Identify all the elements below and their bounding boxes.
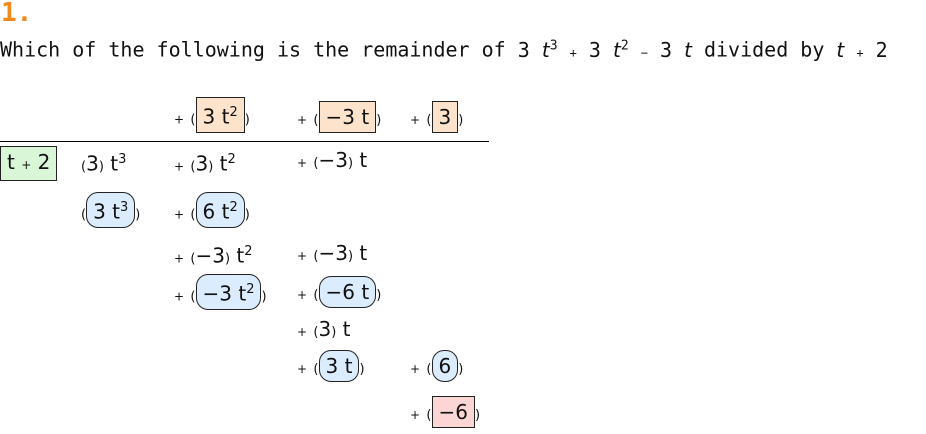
final-remainder: + (−6) xyxy=(410,396,480,428)
step2-remainder-term: + (3) t xyxy=(297,317,351,341)
step2-product-term-1: + (−3 t2) xyxy=(174,274,267,310)
step1-product-term-2: + (6 t2) xyxy=(174,192,250,228)
quotient-term-2: + (−3 t) xyxy=(297,101,381,133)
product-box: 6 xyxy=(431,350,459,382)
step1-remainder-term-2: + (−3) t xyxy=(297,241,368,265)
product-box: −6 t xyxy=(318,276,377,308)
prompt-text-after: divided by xyxy=(703,37,825,62)
quotient-term-1: + (3 t2) xyxy=(174,97,250,133)
divisor-expression: t + 2 xyxy=(836,37,888,62)
question-prompt: Which of the following is the remainder … xyxy=(0,32,888,67)
remainder-box: −6 xyxy=(431,396,475,428)
quotient-box: 3 xyxy=(431,101,459,133)
dividend-term-1: (3) t3 xyxy=(81,151,127,176)
step2-product-term-2: + (−6 t) xyxy=(297,276,381,308)
quotient-box: −3 t xyxy=(318,101,377,133)
product-box: 3 t xyxy=(318,350,360,382)
division-line xyxy=(0,141,489,142)
step3-product-term-1: + (3 t) xyxy=(297,350,365,382)
product-box: 3 t3 xyxy=(86,192,136,228)
step1-remainder-term-1: + (−3) t2 xyxy=(174,243,253,268)
divisor-box-container: t + 2 xyxy=(0,146,58,181)
prompt-text-before: Which of the following is the remainder … xyxy=(0,37,506,62)
quotient-box: 3 t2 xyxy=(195,97,245,133)
question-number: 1. xyxy=(1,0,33,28)
step3-product-term-2: + (6) xyxy=(410,350,463,382)
dividend-term-3: + (−3) t xyxy=(297,148,368,172)
product-box: −3 t2 xyxy=(195,274,262,310)
dividend-expression: 3 t3 + 3 t2 − 3 t xyxy=(517,37,692,62)
divisor-box: t + 2 xyxy=(0,146,58,181)
product-box: 6 t2 xyxy=(195,192,245,228)
step1-product-term-1: (3 t3) xyxy=(81,192,140,228)
dividend-term-2: + (3) t2 xyxy=(174,151,236,176)
quotient-term-3: + (3) xyxy=(410,101,463,133)
